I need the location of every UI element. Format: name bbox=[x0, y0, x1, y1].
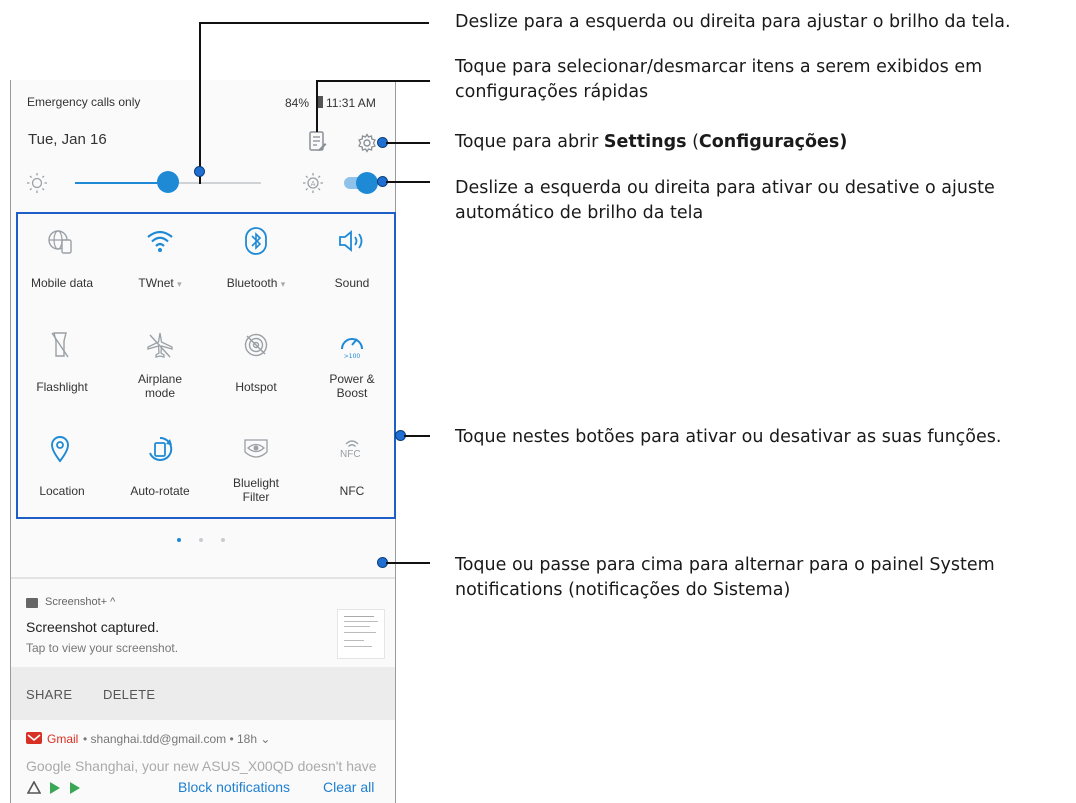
callout-line bbox=[386, 181, 430, 183]
annotation-settings-paren: ( bbox=[686, 132, 699, 152]
shade-footer: Block notifications Clear all bbox=[11, 774, 395, 803]
screenshot-thumbnail[interactable] bbox=[337, 609, 385, 659]
delete-button[interactable]: DELETE bbox=[103, 687, 155, 702]
callout-line bbox=[199, 22, 201, 184]
screenshot-notification[interactable]: Screenshot+ ^ Screenshot captured. Tap t… bbox=[11, 579, 395, 667]
page-dot[interactable] bbox=[177, 538, 181, 542]
image-icon bbox=[26, 598, 38, 608]
auto-brightness-toggle-track[interactable] bbox=[344, 172, 378, 194]
auto-brightness-icon: A bbox=[301, 171, 325, 195]
annotation-settings-text: Toque para abrir bbox=[455, 132, 604, 152]
brightness-slider-knob[interactable] bbox=[157, 171, 179, 193]
auto-brightness-toggle-knob[interactable] bbox=[356, 172, 378, 194]
annotation-auto-line1: Deslize a esquerda ou direita para ativa… bbox=[455, 178, 995, 198]
annotation-tiles: Toque nestes botões para ativar ou desat… bbox=[455, 427, 1002, 447]
annotation-settings: Toque para abrir Settings (Configurações… bbox=[455, 130, 847, 155]
gmail-icon bbox=[26, 732, 42, 744]
settings-gear-icon[interactable] bbox=[355, 131, 379, 155]
brightness-slider-fill bbox=[75, 182, 168, 184]
notification-body: Tap to view your screenshot. bbox=[26, 641, 179, 655]
callout-dot bbox=[194, 166, 205, 177]
annotation-system-line1: Toque ou passe para cima para alternar p… bbox=[455, 555, 995, 575]
gmail-meta: • shanghai.tdd@gmail.com • 18h ⌄ bbox=[83, 732, 271, 746]
annotation-edit-line1: Toque para selecionar/desmarcar itens a … bbox=[455, 57, 983, 77]
carrier-label: Emergency calls only bbox=[27, 95, 141, 109]
annotation-auto-line2: automático de brilho da tela bbox=[455, 203, 704, 223]
notification-title: Screenshot captured. bbox=[26, 619, 160, 635]
notification-app-name: Screenshot+ ^ bbox=[45, 596, 116, 608]
play-store-icon bbox=[49, 781, 61, 795]
battery-label: 84% bbox=[285, 96, 310, 110]
clear-all-button[interactable]: Clear all bbox=[323, 779, 374, 795]
quick-settings-highlight-frame bbox=[16, 212, 396, 519]
gmail-app-name: Gmail bbox=[47, 732, 79, 746]
brightness-slider[interactable] bbox=[75, 171, 261, 193]
thumbnail-line bbox=[344, 616, 374, 617]
callout-line bbox=[386, 142, 430, 144]
page-dot[interactable] bbox=[199, 538, 203, 542]
date-label: Tue, Jan 16 bbox=[28, 131, 107, 148]
edit-quick-settings-icon[interactable] bbox=[307, 130, 329, 154]
gmail-preview: Google Shanghai, your new ASUS_X00QD doe… bbox=[26, 758, 377, 774]
gmail-notification[interactable]: Gmail • shanghai.tdd@gmail.com • 18h ⌄ G… bbox=[11, 722, 395, 774]
svg-text:A: A bbox=[311, 180, 316, 188]
play-store-icon bbox=[69, 781, 81, 795]
annotation-settings-bold: Settings bbox=[603, 132, 687, 152]
brightness-slider-track bbox=[168, 182, 261, 184]
thumbnail-line bbox=[344, 640, 364, 641]
drive-icon bbox=[26, 780, 42, 795]
annotation-system-line2: notifications (notificações do Sistema) bbox=[455, 580, 791, 600]
callout-line bbox=[386, 562, 430, 564]
callout-line bbox=[316, 80, 318, 132]
thumbnail-line bbox=[344, 621, 378, 622]
page-dot[interactable] bbox=[221, 538, 225, 542]
thumbnail-line bbox=[344, 626, 370, 627]
annotation-settings-bold-pt: Configurações) bbox=[698, 132, 848, 152]
brightness-low-icon bbox=[25, 171, 49, 195]
block-notifications-button[interactable]: Block notifications bbox=[178, 779, 290, 795]
callout-line bbox=[199, 22, 429, 24]
annotation-edit-line2: configurações rápidas bbox=[455, 82, 649, 102]
clock-label: 11:31 AM bbox=[326, 96, 376, 110]
page-indicator[interactable] bbox=[168, 529, 234, 547]
share-button[interactable]: SHARE bbox=[26, 687, 72, 702]
thumbnail-line bbox=[344, 632, 376, 633]
annotation-brightness: Deslize para a esquerda ou direita para … bbox=[455, 12, 1011, 32]
callout-line bbox=[404, 435, 430, 437]
thumbnail-line bbox=[344, 646, 372, 647]
notification-actions: SHARE DELETE bbox=[11, 667, 395, 720]
callout-line bbox=[316, 80, 430, 82]
